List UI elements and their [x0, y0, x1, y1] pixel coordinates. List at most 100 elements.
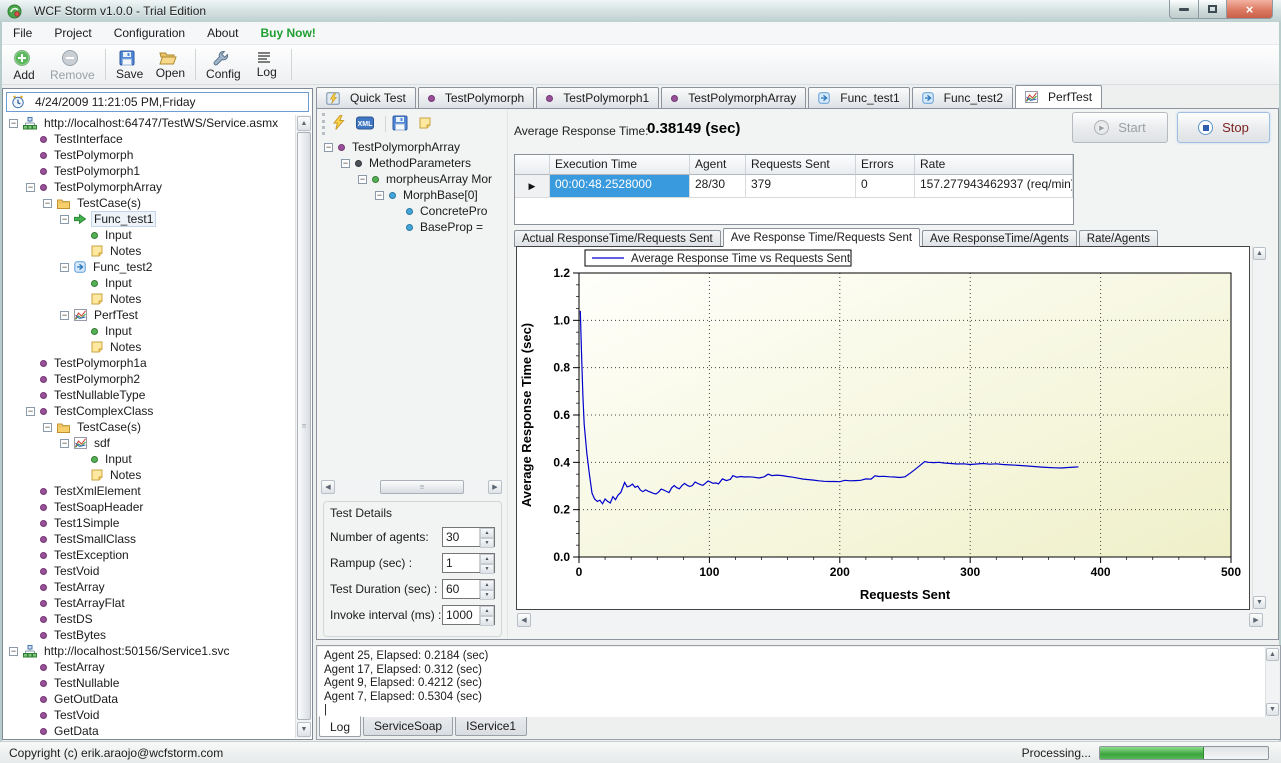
expander-icon[interactable]: − — [9, 647, 18, 656]
grid-column-header[interactable]: Requests Sent — [746, 155, 856, 175]
xml-button[interactable]: XML — [356, 116, 379, 133]
param-tree-item[interactable]: −morpheusArray Mor — [320, 171, 506, 187]
menu-item-file[interactable]: File — [2, 22, 43, 44]
add-button[interactable]: Add — [4, 45, 44, 84]
service-tree-item[interactable]: TestNullable — [5, 675, 295, 691]
service-tree-item[interactable]: Notes — [5, 291, 295, 307]
tab-perftest[interactable]: PerfTest — [1015, 85, 1102, 108]
service-tree-item[interactable]: TestBytes — [5, 627, 295, 643]
expander-icon[interactable]: − — [26, 183, 35, 192]
tab-testpolymorpharray[interactable]: TestPolymorphArray — [661, 87, 806, 108]
spin-up-icon[interactable]: ▲ — [480, 554, 494, 564]
service-tree-item[interactable]: −PerfTest — [5, 307, 295, 323]
chart-tab-rate-agents[interactable]: Rate/Agents — [1079, 230, 1158, 247]
param-tree-item[interactable]: −MorphBase[0] — [320, 187, 506, 203]
menu-item-project[interactable]: Project — [43, 22, 102, 44]
service-tree-item[interactable]: −TestCase(s) — [5, 195, 295, 211]
scroll-up-icon[interactable]: ▲ — [1266, 648, 1279, 661]
log-output[interactable]: Agent 25, Elapsed: 0.2184 (sec)Agent 17,… — [318, 647, 1265, 717]
log-button[interactable]: Log — [247, 45, 287, 84]
field-spinner[interactable]: 1000▲▼ — [442, 605, 495, 625]
scroll-up-icon[interactable]: ▲ — [1253, 247, 1266, 260]
grid-column-header[interactable]: Errors — [856, 155, 915, 175]
tab-func-test2[interactable]: Func_test2 — [912, 87, 1013, 108]
scroll-thumb[interactable]: ≡ — [380, 480, 464, 494]
menu-item-buy-now-[interactable]: Buy Now! — [249, 22, 326, 44]
param-tree-item[interactable]: −TestPolymorphArray — [320, 139, 506, 155]
log-vscrollbar[interactable]: ▲ ▼ — [1265, 647, 1279, 717]
service-tree-item[interactable]: −TestPolymorphArray — [5, 179, 295, 195]
expander-icon[interactable]: − — [324, 143, 333, 152]
grid-column-header[interactable]: Rate — [915, 155, 1073, 175]
param-tree-item[interactable]: BaseProp = — [320, 219, 506, 235]
spin-down-icon[interactable]: ▼ — [480, 616, 494, 626]
service-tree-item[interactable]: −Func_test2 — [5, 259, 295, 275]
service-tree-item[interactable]: TestArrayFlat — [5, 595, 295, 611]
service-tree-item[interactable]: TestXmlElement — [5, 483, 295, 499]
chart-tab-ave-response-time-requests-sent[interactable]: Ave Response Time/Requests Sent — [723, 228, 920, 247]
service-tree-item[interactable]: TestArray — [5, 659, 295, 675]
scroll-up-icon[interactable]: ▲ — [297, 116, 311, 131]
service-tree-item[interactable]: Input — [5, 227, 295, 243]
grid-cell[interactable]: 379 — [746, 175, 856, 198]
service-tree-item[interactable]: TestSoapHeader — [5, 499, 295, 515]
log-tab-log[interactable]: Log — [319, 716, 361, 737]
grid-cell[interactable]: 00:00:48.2528000 — [550, 175, 690, 198]
grid-cell[interactable]: 28/30 — [690, 175, 746, 198]
service-tree-item[interactable]: Input — [5, 323, 295, 339]
tab-testpolymorph1[interactable]: TestPolymorph1 — [536, 87, 659, 108]
save-button[interactable]: Save — [110, 45, 150, 84]
service-tree-item[interactable]: Notes — [5, 243, 295, 259]
minimize-button[interactable] — [1169, 0, 1199, 19]
spin-up-icon[interactable]: ▲ — [480, 528, 494, 538]
scroll-right-icon[interactable]: ▶ — [1249, 613, 1263, 627]
service-tree-item[interactable]: TestArray — [5, 579, 295, 595]
field-value[interactable]: 1 — [443, 554, 479, 572]
maximize-button[interactable] — [1199, 0, 1227, 19]
service-tree-item[interactable]: Notes — [5, 339, 295, 355]
service-tree-item[interactable]: TestNullableType — [5, 387, 295, 403]
scroll-left-icon[interactable]: ◀ — [321, 480, 335, 494]
expander-icon[interactable]: − — [60, 439, 69, 448]
field-spinner[interactable]: 30▲▼ — [442, 527, 495, 547]
service-tree-item[interactable]: −http://localhost:64747/TestWS/Service.a… — [5, 115, 295, 131]
service-tree-item[interactable]: Input — [5, 451, 295, 467]
service-tree-item[interactable]: Test1Simple — [5, 515, 295, 531]
scroll-down-icon[interactable]: ▼ — [1266, 703, 1279, 716]
scroll-left-icon[interactable]: ◀ — [517, 613, 531, 627]
expander-icon[interactable]: − — [60, 263, 69, 272]
service-tree-item[interactable]: −http://localhost:50156/Service1.svc — [5, 643, 295, 659]
menu-item-about[interactable]: About — [196, 22, 249, 44]
tab-quick-test[interactable]: Quick Test — [316, 87, 416, 108]
service-tree-item[interactable]: −TestComplexClass — [5, 403, 295, 419]
expander-icon[interactable]: − — [358, 175, 367, 184]
scroll-down-icon[interactable]: ▼ — [1253, 596, 1266, 609]
spin-down-icon[interactable]: ▼ — [480, 538, 494, 548]
save-button[interactable] — [392, 115, 413, 134]
service-tree-item[interactable]: TestInterface — [5, 131, 295, 147]
expander-icon[interactable]: − — [60, 311, 69, 320]
service-tree-item[interactable]: TestPolymorph — [5, 147, 295, 163]
service-tree-item[interactable]: GetOutData — [5, 691, 295, 707]
service-tree-item[interactable]: GetData — [5, 723, 295, 738]
chart-vscrollbar[interactable]: ▲ ▼ — [1252, 246, 1266, 610]
expander-icon[interactable]: − — [341, 159, 350, 168]
service-tree-scrollbar[interactable]: ▲ ≡ ▼ — [295, 115, 311, 738]
service-tree-item[interactable]: −Func_test1 — [5, 211, 295, 227]
expander-icon[interactable]: − — [9, 119, 18, 128]
grid-cell[interactable]: 0 — [856, 175, 915, 198]
service-tree-item[interactable]: TestVoid — [5, 707, 295, 723]
menu-item-configuration[interactable]: Configuration — [103, 22, 196, 44]
spin-down-icon[interactable]: ▼ — [480, 590, 494, 600]
stop-button[interactable]: Stop — [1177, 112, 1270, 143]
tab-func-test1[interactable]: Func_test1 — [808, 87, 909, 108]
start-button[interactable]: ▶ Start — [1072, 112, 1168, 143]
field-spinner[interactable]: 1▲▼ — [442, 553, 495, 573]
chart-hscrollbar[interactable]: ◀ ▶ — [516, 612, 1264, 628]
service-tree-item[interactable]: −sdf — [5, 435, 295, 451]
expander-icon[interactable]: − — [60, 215, 69, 224]
config-button[interactable]: Config — [200, 45, 247, 84]
service-tree-item[interactable]: TestPolymorph1 — [5, 163, 295, 179]
spin-down-icon[interactable]: ▼ — [480, 564, 494, 574]
expander-icon[interactable]: − — [375, 191, 384, 200]
